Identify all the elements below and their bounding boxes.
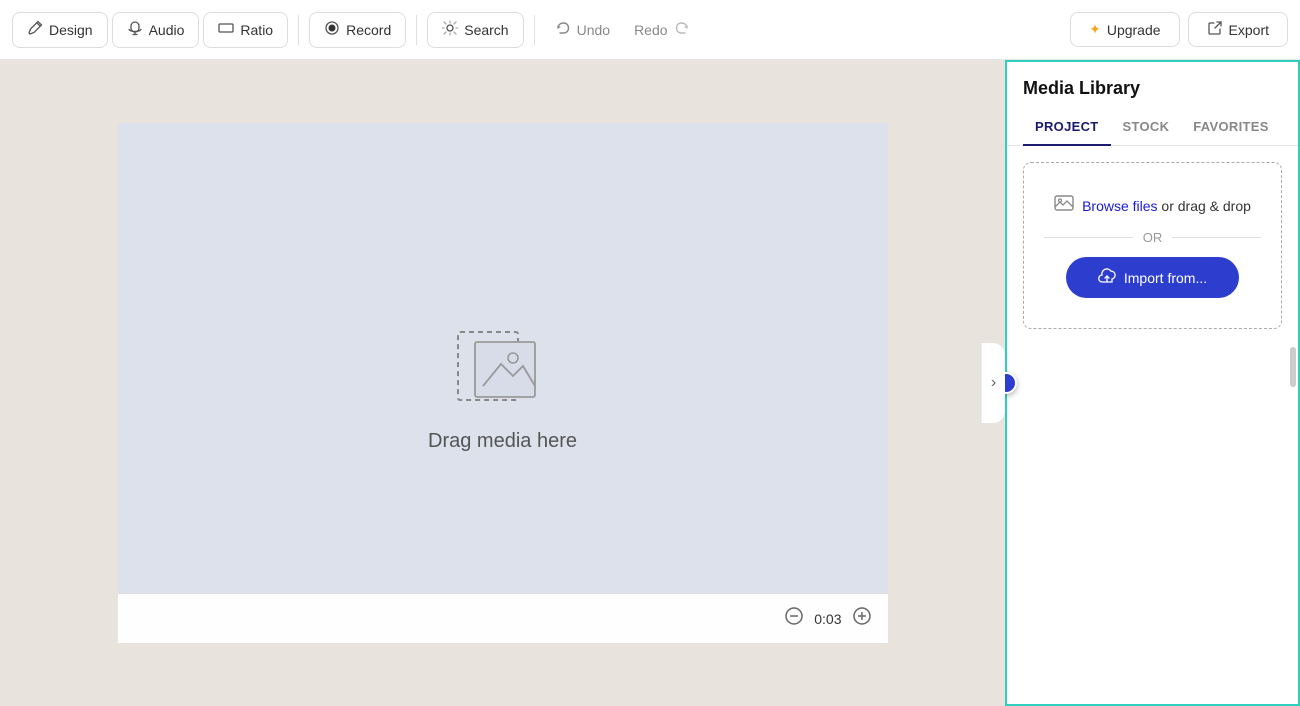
or-divider: OR xyxy=(1044,230,1261,245)
record-button[interactable]: Record xyxy=(309,12,406,48)
design-label: Design xyxy=(49,22,93,38)
separator-3 xyxy=(534,15,535,45)
toolbar-right: ✦ Upgrade Export xyxy=(1070,12,1288,47)
tab-project[interactable]: PROJECT xyxy=(1023,109,1111,146)
image-upload-icon xyxy=(1054,193,1074,218)
tab-favorites[interactable]: FAVORITES xyxy=(1181,109,1280,146)
collapse-panel-button[interactable]: › xyxy=(981,343,1005,423)
audio-icon xyxy=(127,20,143,40)
import-label: Import from... xyxy=(1124,270,1207,286)
search-icon xyxy=(442,20,458,40)
chevron-right-icon: › xyxy=(991,374,996,392)
browse-link[interactable]: Browse files or drag & drop xyxy=(1082,198,1251,214)
record-label: Record xyxy=(346,22,391,38)
zoom-out-button[interactable] xyxy=(784,606,804,631)
upgrade-label: Upgrade xyxy=(1107,22,1161,38)
ratio-label: Ratio xyxy=(240,22,273,38)
drag-media-text: Drag media here xyxy=(428,430,577,453)
media-library-panel: Media Library PROJECT STOCK FAVORITES xyxy=(1005,60,1300,706)
export-button[interactable]: Export xyxy=(1188,12,1288,47)
media-library-header: Media Library xyxy=(1007,62,1298,99)
design-button[interactable]: Design xyxy=(12,12,108,48)
tab-stock[interactable]: STOCK xyxy=(1111,109,1182,146)
timeline-time: 0:03 xyxy=(814,611,841,627)
design-icon xyxy=(27,20,43,40)
export-label: Export xyxy=(1229,22,1269,38)
undo-icon xyxy=(555,20,571,39)
media-library-title: Media Library xyxy=(1023,78,1140,98)
redo-icon xyxy=(674,20,690,39)
zoom-in-button[interactable] xyxy=(852,606,872,631)
record-icon xyxy=(324,20,340,40)
media-library-tabs: PROJECT STOCK FAVORITES xyxy=(1007,109,1298,146)
redo-button[interactable]: Redo xyxy=(624,13,699,46)
redo-label: Redo xyxy=(634,22,667,38)
separator-2 xyxy=(416,15,417,45)
search-label: Search xyxy=(464,22,508,38)
canvas-area: Drag media here 0:03 xyxy=(0,60,1005,706)
audio-label: Audio xyxy=(149,22,185,38)
ratio-button[interactable]: Ratio xyxy=(203,12,288,48)
separator-1 xyxy=(298,15,299,45)
scrollbar-thumb[interactable] xyxy=(1290,347,1296,387)
search-button[interactable]: Search xyxy=(427,12,523,48)
undo-label: Undo xyxy=(577,22,610,38)
upgrade-icon: ✦ xyxy=(1089,21,1101,38)
audio-button[interactable]: Audio xyxy=(112,12,200,48)
timeline-bar: 0:03 xyxy=(118,593,888,643)
import-from-button[interactable]: Import from... xyxy=(1066,257,1240,298)
media-scroll-area[interactable] xyxy=(1007,345,1298,704)
drag-media-icon xyxy=(453,314,553,414)
upgrade-button[interactable]: ✦ Upgrade xyxy=(1070,12,1179,47)
or-label: OR xyxy=(1143,230,1163,245)
cloud-upload-icon xyxy=(1098,267,1116,288)
upload-zone[interactable]: Browse files or drag & drop OR Import fr… xyxy=(1023,162,1282,329)
toolbar: Design Audio Ratio Record xyxy=(0,0,1300,60)
export-icon xyxy=(1207,20,1223,39)
ratio-icon xyxy=(218,20,234,40)
undo-button[interactable]: Undo xyxy=(545,13,620,46)
main-area: Drag media here 0:03 xyxy=(0,60,1300,706)
canvas-inner[interactable]: Drag media here 0:03 xyxy=(118,123,888,643)
